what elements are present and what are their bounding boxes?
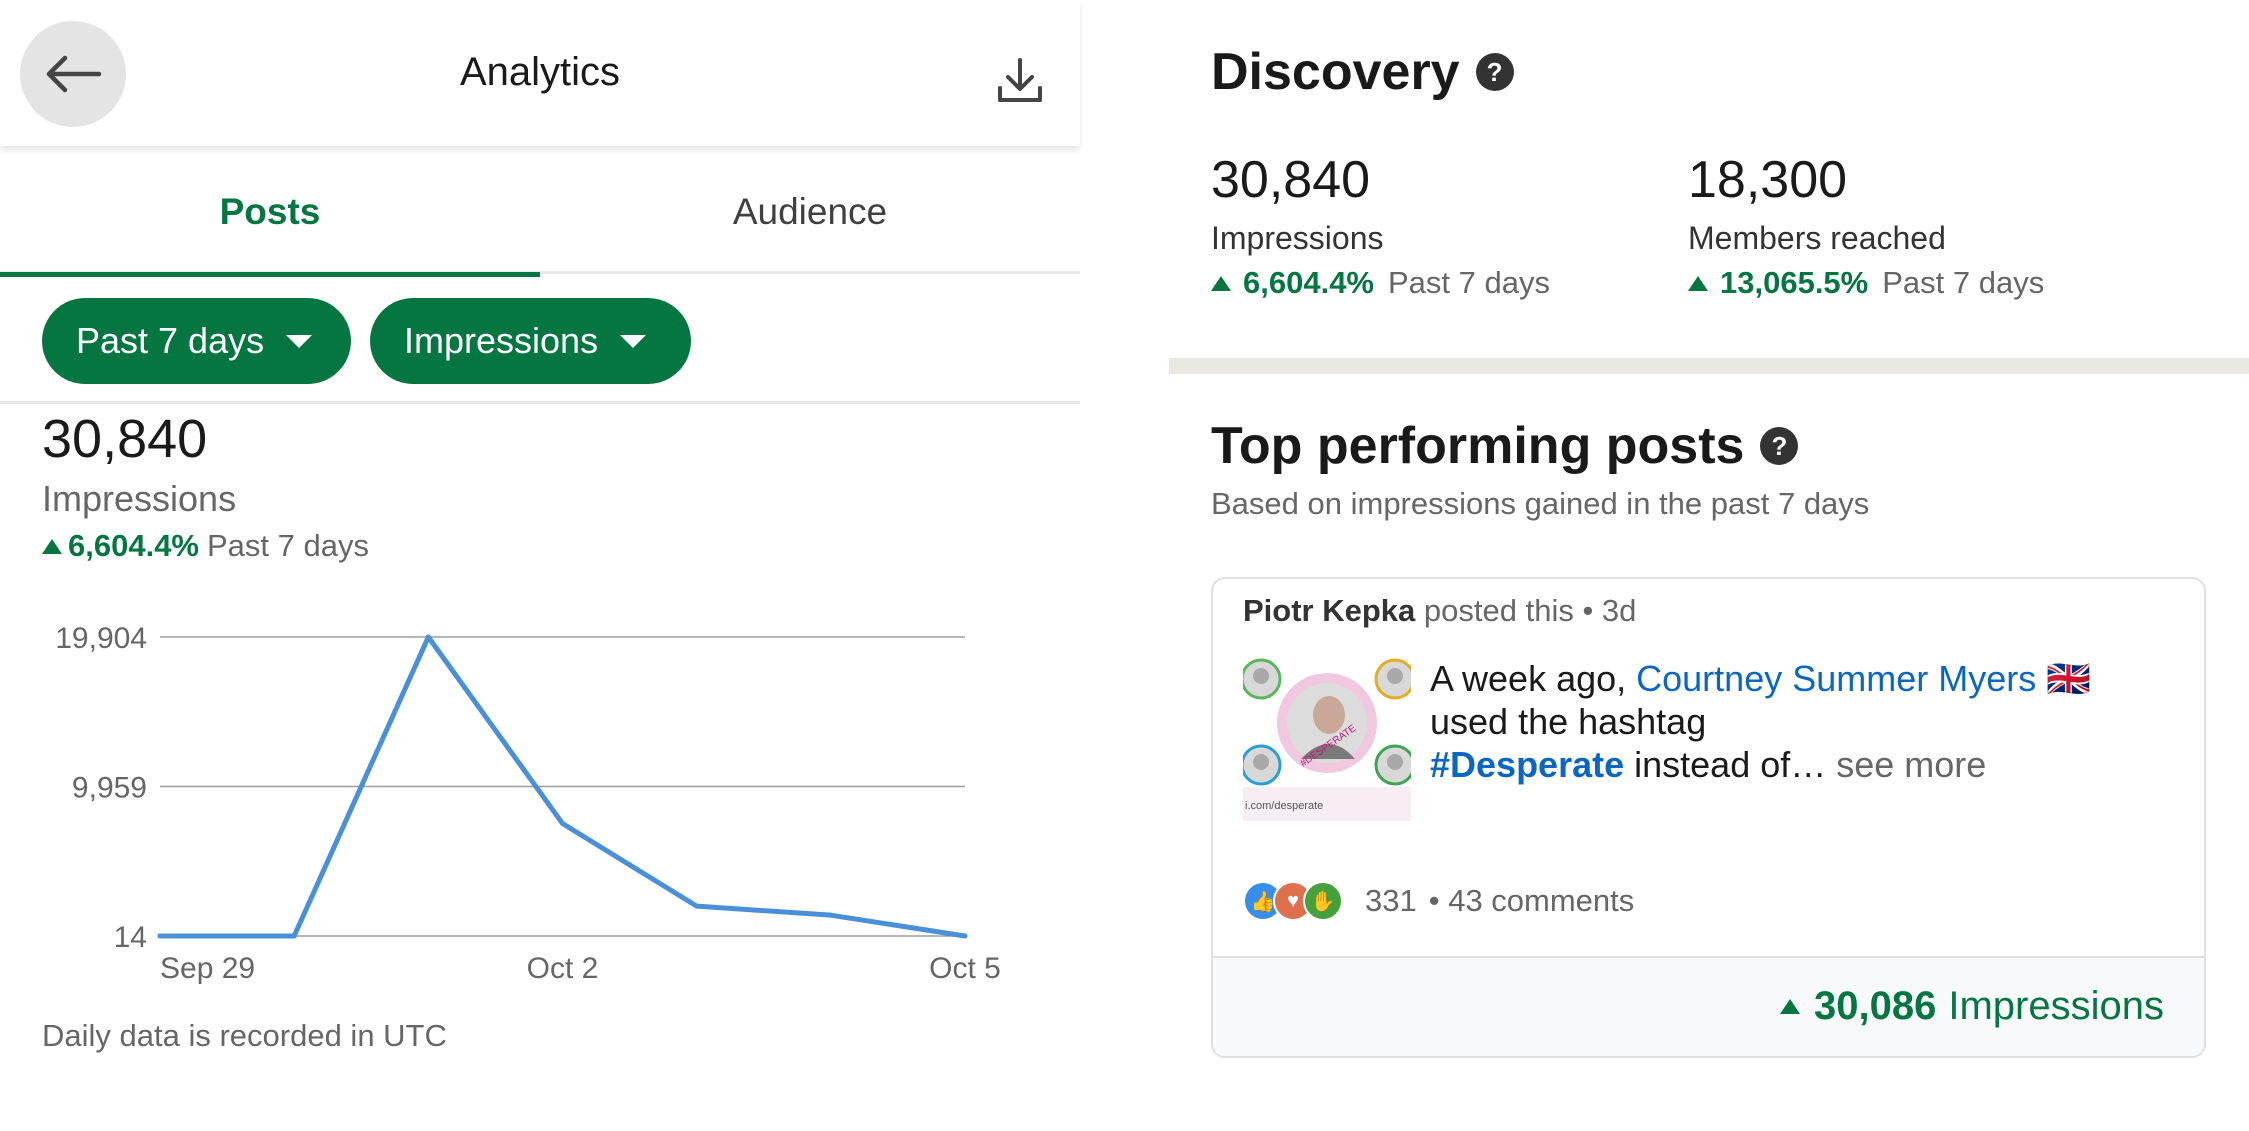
discovery-panel: Discovery ? 30,840 Impressions 6,604.4% … xyxy=(1169,0,2249,1131)
y-tick-label: 19,904 xyxy=(55,622,147,655)
post-text-suffix: instead of… xyxy=(1624,744,1837,785)
caret-down-icon xyxy=(620,334,647,348)
metric-label: Members reached xyxy=(1688,220,1946,256)
metric-label: Impressions xyxy=(1211,220,1384,256)
post-text-mid: used the hashtag xyxy=(1430,701,1707,742)
trend-up-icon xyxy=(1780,999,1801,1014)
top-posts-title: Top performing posts xyxy=(1211,417,1745,475)
thumbnail-caption: i.com/desperate xyxy=(1245,800,1323,812)
post-impressions-label: Impressions xyxy=(1948,984,2164,1028)
analytics-panel: Analytics Posts Audience Past 7 days Imp… xyxy=(0,0,1080,1131)
metric-delta: 13,065.5% Past 7 days xyxy=(1688,265,2044,301)
top-posts-heading: Top performing posts ? xyxy=(1211,416,1799,476)
data-point xyxy=(157,933,163,939)
period-filter-label: Past 7 days xyxy=(76,320,265,361)
tab-bar: Posts Audience xyxy=(0,150,1080,277)
caret-down-icon xyxy=(286,334,313,348)
x-tick-label: Sep 29 xyxy=(160,952,255,985)
data-point xyxy=(425,634,431,640)
tab-posts-label: Posts xyxy=(219,191,321,232)
post-hashtag-link[interactable]: #Desperate xyxy=(1430,744,1624,785)
metric-delta-percent: 13,065.5% xyxy=(1720,265,1869,300)
discovery-heading: Discovery ? xyxy=(1211,42,1514,102)
post-text: A week ago, Courtney Summer Myers 🇬🇧 use… xyxy=(1430,657,2150,786)
data-point xyxy=(828,912,834,918)
data-point xyxy=(962,933,968,939)
filter-bar: Past 7 days Impressions xyxy=(0,276,1080,404)
y-tick-label: 9,959 xyxy=(72,772,147,805)
post-impressions: 30,086 Impressions xyxy=(1780,984,2164,1029)
summary-value: 30,840 xyxy=(42,409,208,469)
top-app-bar: Analytics xyxy=(0,0,1080,146)
metric-filter-label: Impressions xyxy=(404,320,599,361)
reaction-count: 331 xyxy=(1365,883,1417,918)
chart-footnote: Daily data is recorded in UTC xyxy=(42,1018,447,1053)
download-button[interactable] xyxy=(990,52,1050,112)
post-meta: posted this • 3d xyxy=(1423,593,1637,628)
data-point xyxy=(694,903,700,909)
page-title: Analytics xyxy=(459,50,621,94)
data-point xyxy=(560,820,565,826)
metric-value: 30,840 xyxy=(1211,151,1371,209)
summary-delta-percent: 6,604.4% xyxy=(68,528,199,563)
post-text-prefix: A week ago, xyxy=(1430,658,1637,699)
x-tick-label: Oct 5 xyxy=(929,952,1001,985)
post-reactions[interactable]: 👍 ♥ ✋ 331 • 43 comments xyxy=(1243,881,1634,921)
tab-audience-label: Audience xyxy=(732,191,888,232)
comment-count: • 43 comments xyxy=(1428,883,1635,918)
top-posts-subtitle: Based on impressions gained in the past … xyxy=(1211,486,1870,521)
period-filter-dropdown[interactable]: Past 7 days xyxy=(42,298,351,384)
metric-delta: 6,604.4% Past 7 days xyxy=(1211,265,1550,301)
celebrate-icon: ✋ xyxy=(1303,881,1343,921)
x-tick-label: Oct 2 xyxy=(527,952,599,985)
post-thumbnail[interactable]: #DESPERATE i.com/desperate xyxy=(1243,657,1411,821)
tab-posts[interactable]: Posts xyxy=(0,150,540,277)
metric-delta-period: Past 7 days xyxy=(1882,265,2045,300)
impressions-chart: 19,904 9,959 14 Sep 29 Oct 2 Oct 5 xyxy=(0,600,1080,990)
post-header: Piotr Kepka posted this • 3d xyxy=(1243,593,1636,629)
metric-members-reached: 18,300 Members reached 13,065.5% Past 7 … xyxy=(1688,150,2044,301)
summary-label: Impressions xyxy=(42,478,237,519)
metric-filter-dropdown[interactable]: Impressions xyxy=(370,298,691,384)
post-impressions-footer: 30,086 Impressions xyxy=(1213,956,2204,1056)
tab-audience[interactable]: Audience xyxy=(540,150,1080,274)
metric-delta-percent: 6,604.4% xyxy=(1243,265,1374,300)
download-icon xyxy=(998,58,1042,102)
post-author[interactable]: Piotr Kepka xyxy=(1243,593,1415,628)
help-icon[interactable]: ? xyxy=(1475,53,1514,91)
see-more-link[interactable]: see more xyxy=(1836,744,1986,785)
post-thumbnail-image: #DESPERATE i.com/desperate xyxy=(1243,657,1411,821)
metric-value: 18,300 xyxy=(1688,151,1848,209)
section-divider xyxy=(1169,358,2249,374)
trend-up-icon xyxy=(42,538,62,554)
data-point xyxy=(291,933,297,939)
impressions-line-chart: 19,904 9,959 14 Sep 29 Oct 2 Oct 5 xyxy=(55,622,1001,985)
y-tick-label: 14 xyxy=(114,921,147,954)
post-mention-link[interactable]: Courtney Summer Myers 🇬🇧 xyxy=(1636,658,2091,699)
post-impressions-value: 30,086 xyxy=(1814,984,1937,1028)
top-post-card[interactable]: Piotr Kepka posted this • 3d #DESPERATE … xyxy=(1211,577,2206,1058)
summary-delta-period: Past 7 days xyxy=(207,528,369,563)
discovery-title: Discovery xyxy=(1211,43,1460,101)
metric-delta-period: Past 7 days xyxy=(1388,265,1550,300)
trend-up-icon xyxy=(1688,275,1708,291)
trend-up-icon xyxy=(1211,275,1231,291)
help-icon[interactable]: ? xyxy=(1760,427,1799,465)
reaction-icons: 👍 ♥ ✋ xyxy=(1243,881,1351,921)
metric-impressions: 30,840 Impressions 6,604.4% Past 7 days xyxy=(1211,150,1550,301)
summary-delta: 6,604.4% Past 7 days xyxy=(42,528,369,564)
